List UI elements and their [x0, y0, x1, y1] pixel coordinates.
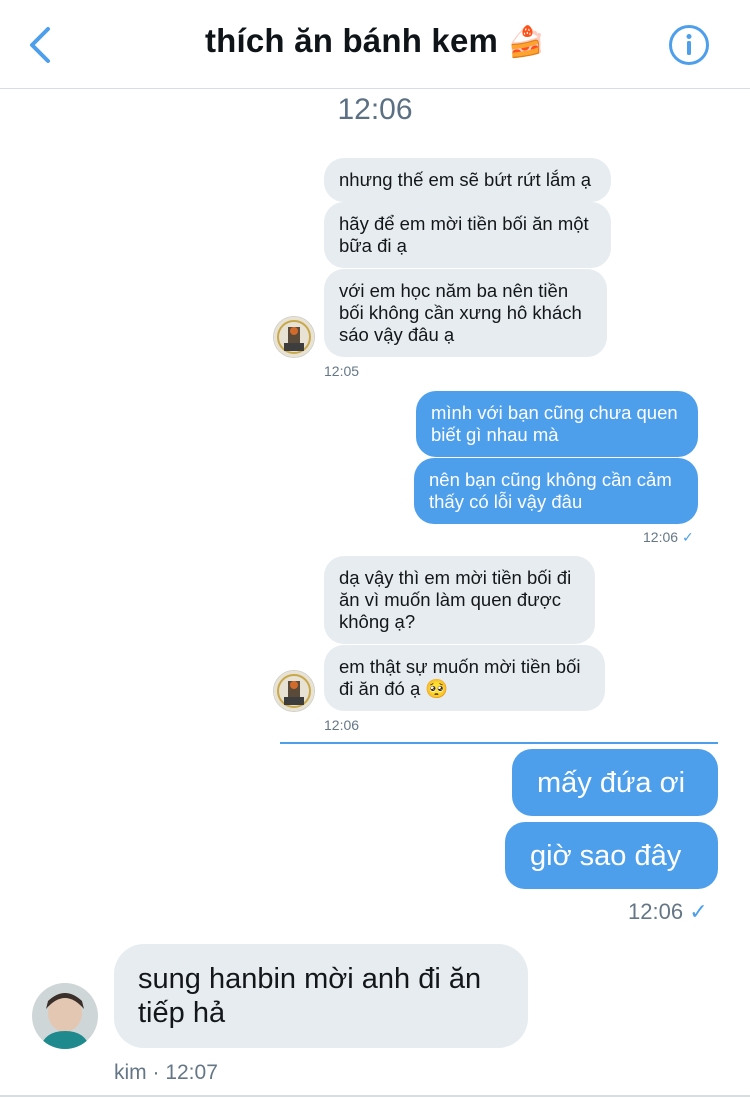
outgoing-message[interactable]: giờ sao đây — [505, 822, 718, 889]
check-icon: ✓ — [681, 529, 694, 545]
message-time: 12:06 — [628, 899, 684, 924]
outgoing-message[interactable]: nên bạn cũng không cần cảm thấy có lỗi v… — [414, 458, 698, 524]
outgoing-message[interactable]: mấy đứa ơi — [512, 749, 718, 816]
outgoing-message[interactable]: mình với bạn cũng chưa quen biết gì nhau… — [416, 391, 698, 457]
check-icon: ✓ — [689, 899, 708, 924]
message-time: 12:05 — [324, 363, 360, 379]
incoming-message[interactable]: nhưng thế em sẽ bứt rứt lắm ạ — [324, 158, 611, 202]
conversation-header: thích ăn bánh kem 🍰 — [0, 0, 750, 89]
bottom-divider — [0, 1095, 750, 1097]
avatar-image — [32, 983, 98, 1049]
avatar-image — [274, 671, 314, 711]
sender-avatar[interactable] — [32, 983, 98, 1049]
avatar-image — [274, 317, 314, 357]
cake-icon: 🍰 — [507, 26, 546, 59]
info-button[interactable] — [668, 24, 710, 66]
incoming-message[interactable]: em thật sự muốn mời tiền bối đi ăn đó ạ … — [324, 645, 605, 711]
message-time-row: 12:06 ✓ — [643, 529, 694, 546]
message-text: em thật sự muốn mời tiền bối đi ăn đó ạ — [339, 656, 581, 699]
conversation-timestamp: 12:06 — [337, 93, 413, 126]
sender-and-time: kim · 12:07 — [114, 1061, 218, 1084]
incoming-message[interactable]: với em học năm ba nên tiền bối không cần… — [324, 269, 607, 357]
sender-avatar[interactable] — [273, 316, 315, 358]
message-time: 12:06 — [643, 529, 679, 545]
sender-avatar[interactable] — [273, 670, 315, 712]
screenshot-divider — [280, 742, 718, 744]
incoming-message[interactable]: dạ vậy thì em mời tiền bối đi ăn vì muốn… — [324, 556, 595, 644]
message-time: 12:06 — [324, 717, 360, 733]
title-text: thích ăn bánh kem — [204, 22, 499, 59]
incoming-message[interactable]: sung hanbin mời anh đi ăn tiếp hả — [114, 944, 528, 1048]
info-circle-icon — [669, 25, 709, 65]
incoming-message[interactable]: hãy để em mời tiền bối ăn một bữa đi ạ — [324, 202, 611, 268]
pleading-face-icon: 🥺 — [425, 678, 449, 699]
conversation-title[interactable]: thích ăn bánh kem 🍰 — [0, 22, 750, 60]
message-time-row: 12:06 ✓ — [628, 899, 708, 925]
